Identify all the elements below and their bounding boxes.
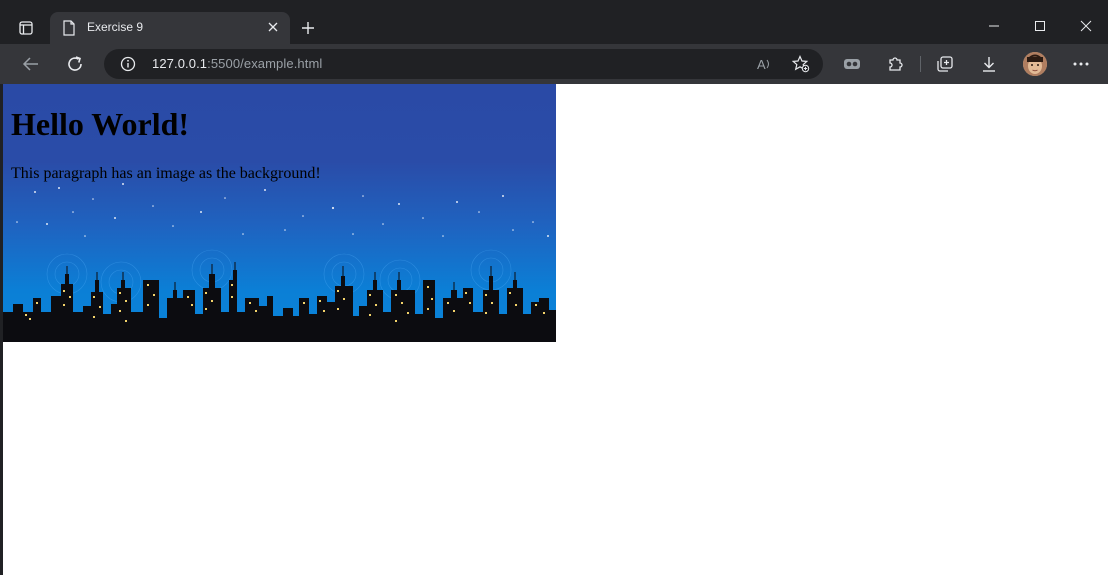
download-icon[interactable] (978, 53, 1000, 75)
toolbar-divider (920, 56, 921, 72)
arrow-left-icon[interactable] (20, 53, 42, 75)
background-image: Hello World! This paragraph has an image… (3, 84, 556, 342)
window-close-icon[interactable] (1074, 14, 1098, 38)
tab-actions-icon[interactable] (12, 16, 40, 40)
page-paragraph: This paragraph has an image as the backg… (11, 165, 321, 182)
plus-icon[interactable] (298, 18, 318, 38)
star-add-icon[interactable] (791, 54, 811, 74)
minimize-icon[interactable] (982, 14, 1006, 38)
more-icon[interactable] (1070, 53, 1092, 75)
maximize-icon[interactable] (1028, 14, 1052, 38)
tab-title: Exercise 9 (87, 20, 144, 34)
url-host: 127.0.0.1 (152, 56, 208, 71)
page-icon (62, 20, 76, 36)
info-icon[interactable] (120, 56, 136, 72)
browser-window: Exercise 9 127.0.0.1:5500/example.html A… (0, 0, 1108, 575)
tab-close-icon[interactable] (264, 18, 282, 36)
avatar[interactable] (1023, 52, 1047, 76)
glasses-icon[interactable] (841, 53, 863, 75)
refresh-icon[interactable] (64, 53, 86, 75)
page-heading: Hello World! (11, 106, 190, 142)
tab-active[interactable]: Exercise 9 (50, 12, 290, 44)
toolbar: 127.0.0.1:5500/example.html A (0, 44, 1108, 84)
address-bar[interactable]: 127.0.0.1:5500/example.html A (104, 49, 823, 79)
puzzle-icon[interactable] (885, 53, 907, 75)
svg-text:A: A (757, 57, 766, 72)
collections-icon[interactable] (934, 53, 956, 75)
url-path: :5500/example.html (207, 56, 323, 71)
url-text[interactable]: 127.0.0.1:5500/example.html (152, 56, 322, 71)
tab-strip: Exercise 9 (0, 0, 1108, 44)
page-content: Hello World! This paragraph has an image… (3, 84, 1108, 575)
read-aloud-icon[interactable]: A (755, 54, 775, 74)
